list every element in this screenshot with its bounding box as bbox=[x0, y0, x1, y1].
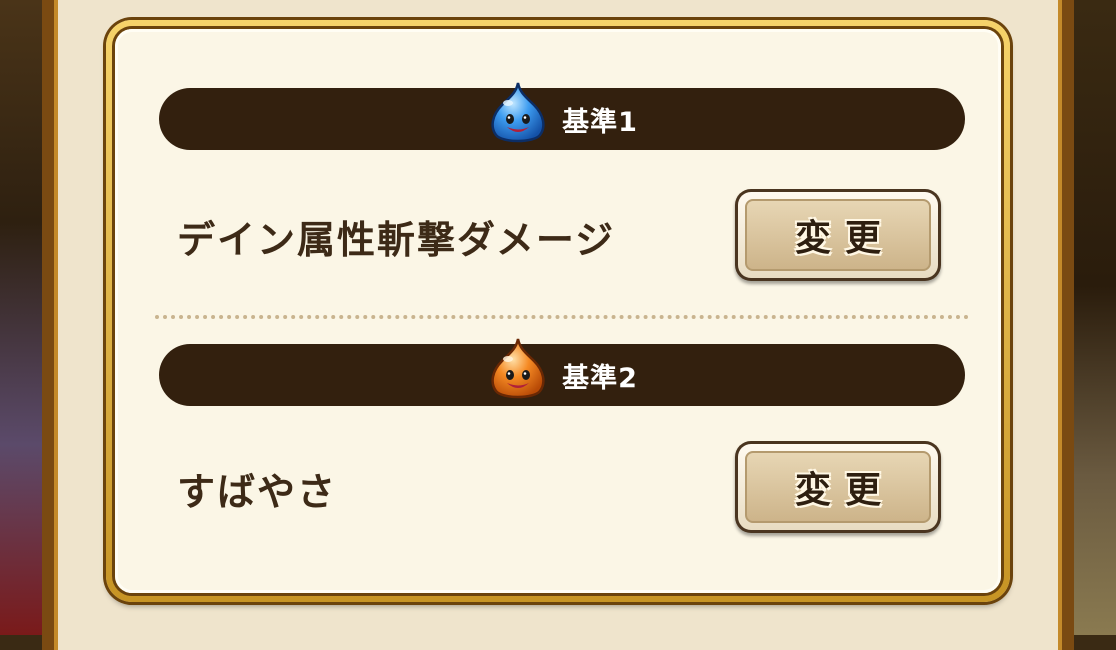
change-button-label: 変更 bbox=[794, 218, 895, 259]
orange-slime-icon bbox=[491, 338, 545, 399]
criterion-2-title: 基準2 bbox=[562, 362, 638, 394]
criterion-2-value: すばやさ bbox=[177, 470, 338, 514]
criteria-panel: 基準1 デイン属性斬撃ダメージ 変更 基準2 すばやさ 変更 bbox=[106, 20, 1010, 602]
blue-slime-icon bbox=[491, 82, 545, 143]
criterion-1-header: 基準1 bbox=[159, 82, 965, 150]
criteria-panel-face: 基準1 デイン属性斬撃ダメージ 変更 基準2 すばやさ 変更 bbox=[115, 29, 1001, 593]
change-button-label: 変更 bbox=[794, 470, 895, 511]
criterion-1-change-button[interactable]: 変更 bbox=[735, 189, 941, 281]
criterion-1-value: デイン属性斬撃ダメージ bbox=[177, 218, 616, 262]
criterion-2-header: 基準2 bbox=[159, 338, 965, 406]
criterion-1-title: 基準1 bbox=[562, 106, 638, 138]
criterion-2-change-button[interactable]: 変更 bbox=[735, 441, 941, 533]
section-divider bbox=[155, 315, 969, 319]
